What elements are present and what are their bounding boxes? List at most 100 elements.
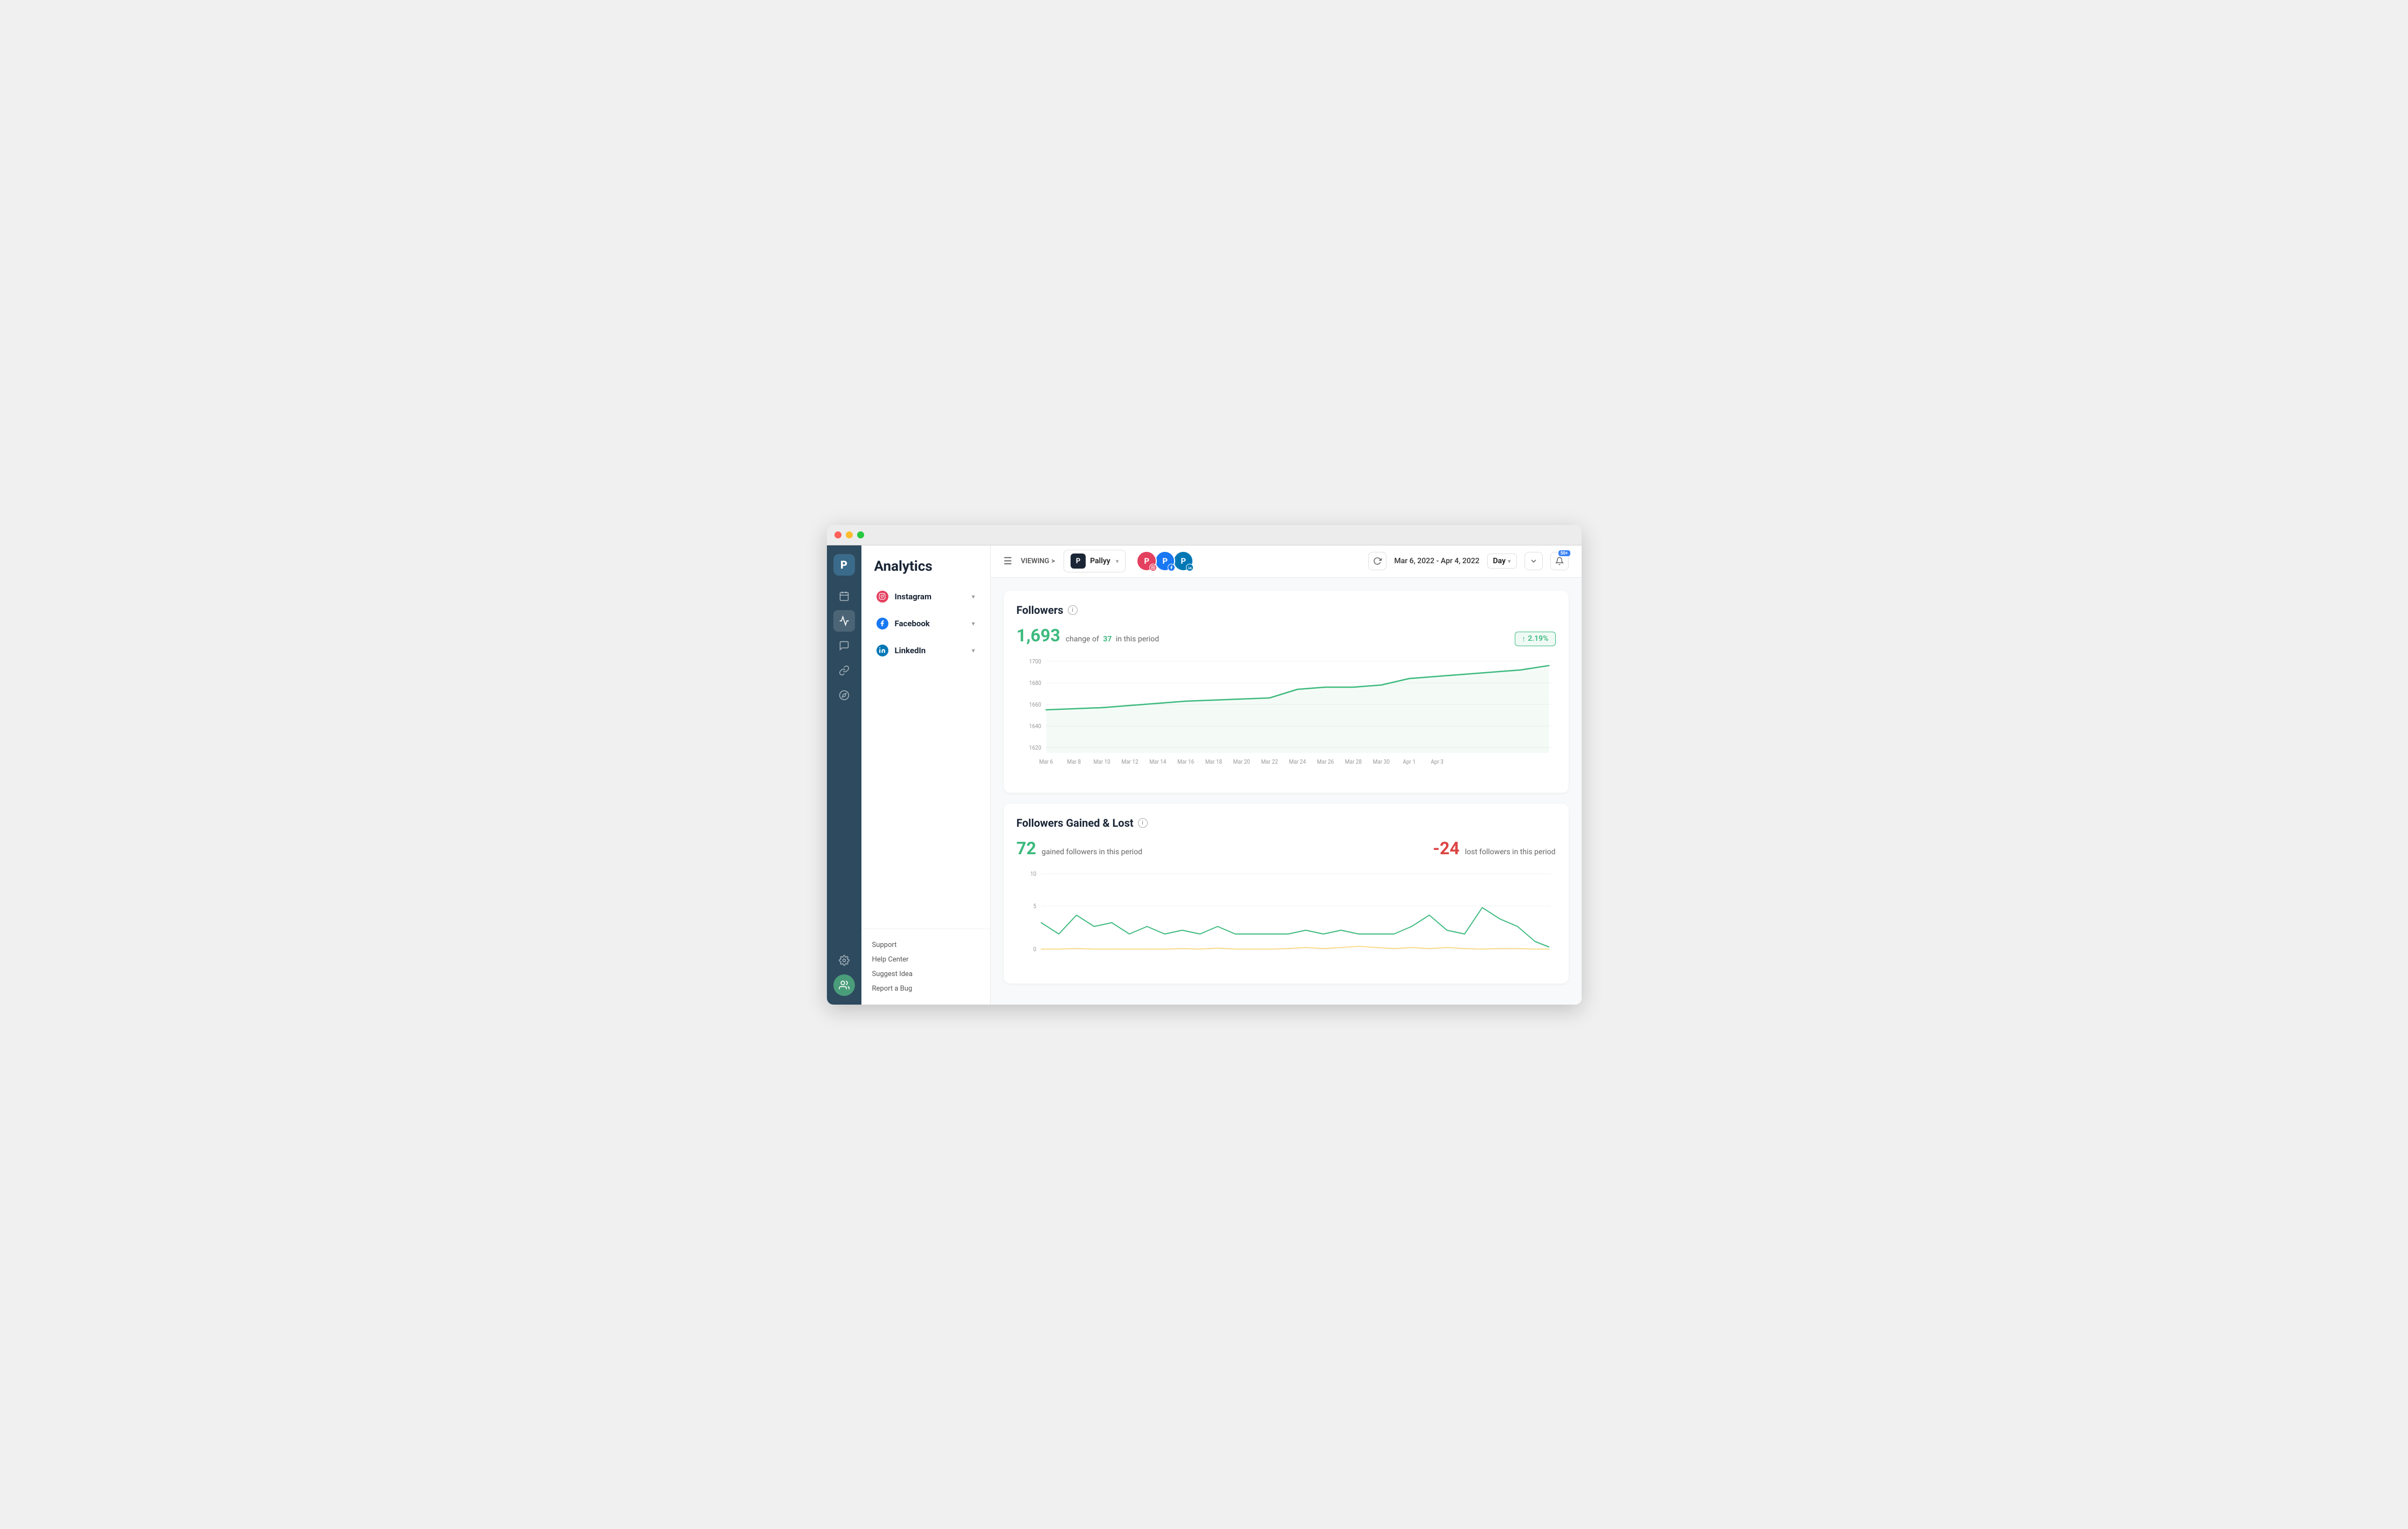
followers-title-row: Followers i [1017, 604, 1556, 617]
footer-help[interactable]: Help Center [872, 952, 979, 967]
app-window: P [827, 525, 1582, 1005]
app-logo[interactable]: P [833, 554, 855, 576]
svg-text:Mar 10: Mar 10 [1093, 758, 1110, 765]
account-name: Pallyy [1090, 557, 1110, 565]
svg-text:Mar 8: Mar 8 [1067, 758, 1081, 765]
topbar-right: Mar 6, 2022 - Apr 4, 2022 Day ▾ [1368, 552, 1568, 570]
svg-text:Mar 24: Mar 24 [1289, 758, 1306, 765]
viewing-label: VIEWING > [1021, 557, 1055, 565]
gained-info-icon[interactable]: i [1138, 818, 1148, 828]
svg-text:Apr 1: Apr 1 [1403, 758, 1416, 765]
content-area: Followers i 1,693 change of 37 in this p… [991, 578, 1582, 1005]
svg-text:Mar 14: Mar 14 [1149, 758, 1166, 765]
left-nav: Analytics Instagram ▾ [861, 545, 991, 1005]
granularity-selector[interactable]: Day ▾ [1487, 554, 1517, 569]
lost-metric: -24 lost followers in this period [1433, 838, 1555, 859]
profile-avatar-linkedin[interactable]: P [1173, 551, 1193, 571]
nav-item-linkedin[interactable]: LinkedIn ▾ [866, 638, 986, 663]
gained-metric: 72 gained followers in this period [1017, 838, 1142, 859]
gained-chart: 10 5 0 [1017, 863, 1556, 971]
account-icon: P [1071, 554, 1086, 569]
sidebar-item-profile[interactable] [833, 974, 855, 996]
sidebar-item-analytics[interactable] [833, 610, 855, 632]
page-title: Analytics [861, 545, 990, 583]
svg-text:1680: 1680 [1029, 679, 1041, 687]
gained-desc: gained followers in this period [1041, 848, 1142, 856]
account-dropdown-icon: ▾ [1116, 558, 1119, 565]
gained-title-row: Followers Gained & Lost i [1017, 817, 1556, 829]
svg-text:Mar 6: Mar 6 [1039, 758, 1053, 765]
notification-button[interactable]: 50+ [1550, 552, 1569, 570]
svg-text:1640: 1640 [1029, 722, 1041, 730]
profile-avatar-facebook[interactable]: P [1155, 551, 1175, 571]
chevron-down-icon-2: ▾ [971, 620, 975, 627]
svg-text:Mar 20: Mar 20 [1233, 758, 1250, 765]
chevron-down-icon-3: ▾ [971, 647, 975, 654]
maximize-button[interactable] [857, 531, 864, 538]
footer-suggest[interactable]: Suggest Idea [872, 967, 979, 981]
linkedin-icon [877, 645, 888, 656]
minimize-button[interactable] [846, 531, 853, 538]
gained-value: 72 [1017, 838, 1037, 859]
icon-sidebar: P [827, 545, 861, 1005]
lost-value: -24 [1433, 838, 1459, 859]
main-content: ☰ VIEWING > P Pallyy ▾ P [991, 545, 1582, 1005]
svg-text:10: 10 [1030, 870, 1036, 877]
svg-text:5: 5 [1033, 902, 1036, 910]
chevron-down-icon: ▾ [971, 593, 975, 600]
followers-title: Followers [1017, 604, 1064, 617]
sidebar-item-settings[interactable] [833, 950, 855, 971]
followers-chart: 1700 1680 1660 1640 1620 [1017, 651, 1556, 780]
close-button[interactable] [834, 531, 841, 538]
svg-text:1620: 1620 [1029, 744, 1041, 751]
notification-badge: 50+ [1558, 550, 1570, 556]
refresh-button[interactable] [1368, 552, 1386, 570]
svg-text:Mar 30: Mar 30 [1372, 758, 1389, 765]
lost-desc: lost followers in this period [1465, 848, 1555, 856]
account-selector[interactable]: P Pallyy ▾ [1064, 550, 1126, 572]
menu-icon[interactable]: ☰ [1004, 556, 1012, 567]
titlebar [827, 525, 1582, 545]
svg-text:Mar 28: Mar 28 [1344, 758, 1361, 765]
svg-text:Apr 3: Apr 3 [1431, 758, 1444, 765]
app-body: P [827, 545, 1582, 1005]
nav-item-instagram[interactable]: Instagram ▾ [866, 584, 986, 609]
profile-avatars: P P P [1136, 551, 1193, 571]
gained-metrics-row: 72 gained followers in this period -24 l… [1017, 838, 1556, 859]
sidebar-item-links[interactable] [833, 660, 855, 681]
sidebar-item-discover[interactable] [833, 684, 855, 706]
export-button[interactable] [1524, 552, 1543, 570]
sidebar-bottom [833, 950, 855, 996]
footer-report-bug[interactable]: Report a Bug [872, 981, 979, 996]
nav-footer: Support Help Center Suggest Idea Report … [861, 929, 990, 1005]
followers-panel: Followers i 1,693 change of 37 in this p… [1004, 591, 1569, 793]
nav-item-facebook[interactable]: Facebook ▾ [866, 611, 986, 636]
facebook-icon [877, 618, 888, 629]
svg-text:Mar 18: Mar 18 [1205, 758, 1222, 765]
followers-metric-row: 1,693 change of 37 in this period ↑ 2.19… [1017, 625, 1556, 646]
followers-value: 1,693 [1017, 625, 1060, 646]
sidebar-item-calendar[interactable] [833, 585, 855, 607]
followers-info-icon[interactable]: i [1068, 605, 1078, 615]
nav-label-instagram: Instagram [895, 592, 932, 601]
svg-text:Mar 16: Mar 16 [1177, 758, 1194, 765]
followers-change-number: 37 [1103, 635, 1112, 644]
svg-text:Mar 22: Mar 22 [1261, 758, 1278, 765]
sidebar-item-messages[interactable] [833, 635, 855, 656]
nav-label-facebook: Facebook [895, 619, 930, 628]
chevron-down-icon-granularity: ▾ [1508, 558, 1511, 565]
profile-avatar-instagram[interactable]: P [1136, 551, 1157, 571]
followers-desc: change of 37 in this period [1066, 635, 1159, 644]
footer-support[interactable]: Support [872, 938, 979, 952]
svg-text:1700: 1700 [1029, 658, 1041, 665]
instagram-icon [877, 591, 888, 603]
topbar: ☰ VIEWING > P Pallyy ▾ P [991, 545, 1582, 578]
nav-label-linkedin: LinkedIn [895, 646, 926, 655]
followers-gained-panel: Followers Gained & Lost i 72 gained foll… [1004, 804, 1569, 984]
svg-text:0: 0 [1033, 945, 1036, 953]
followers-change-badge: ↑ 2.19% [1515, 632, 1555, 646]
gained-title: Followers Gained & Lost [1017, 817, 1134, 829]
svg-text:Mar 12: Mar 12 [1121, 758, 1138, 765]
svg-text:1660: 1660 [1029, 701, 1041, 708]
date-range: Mar 6, 2022 - Apr 4, 2022 [1394, 557, 1479, 565]
